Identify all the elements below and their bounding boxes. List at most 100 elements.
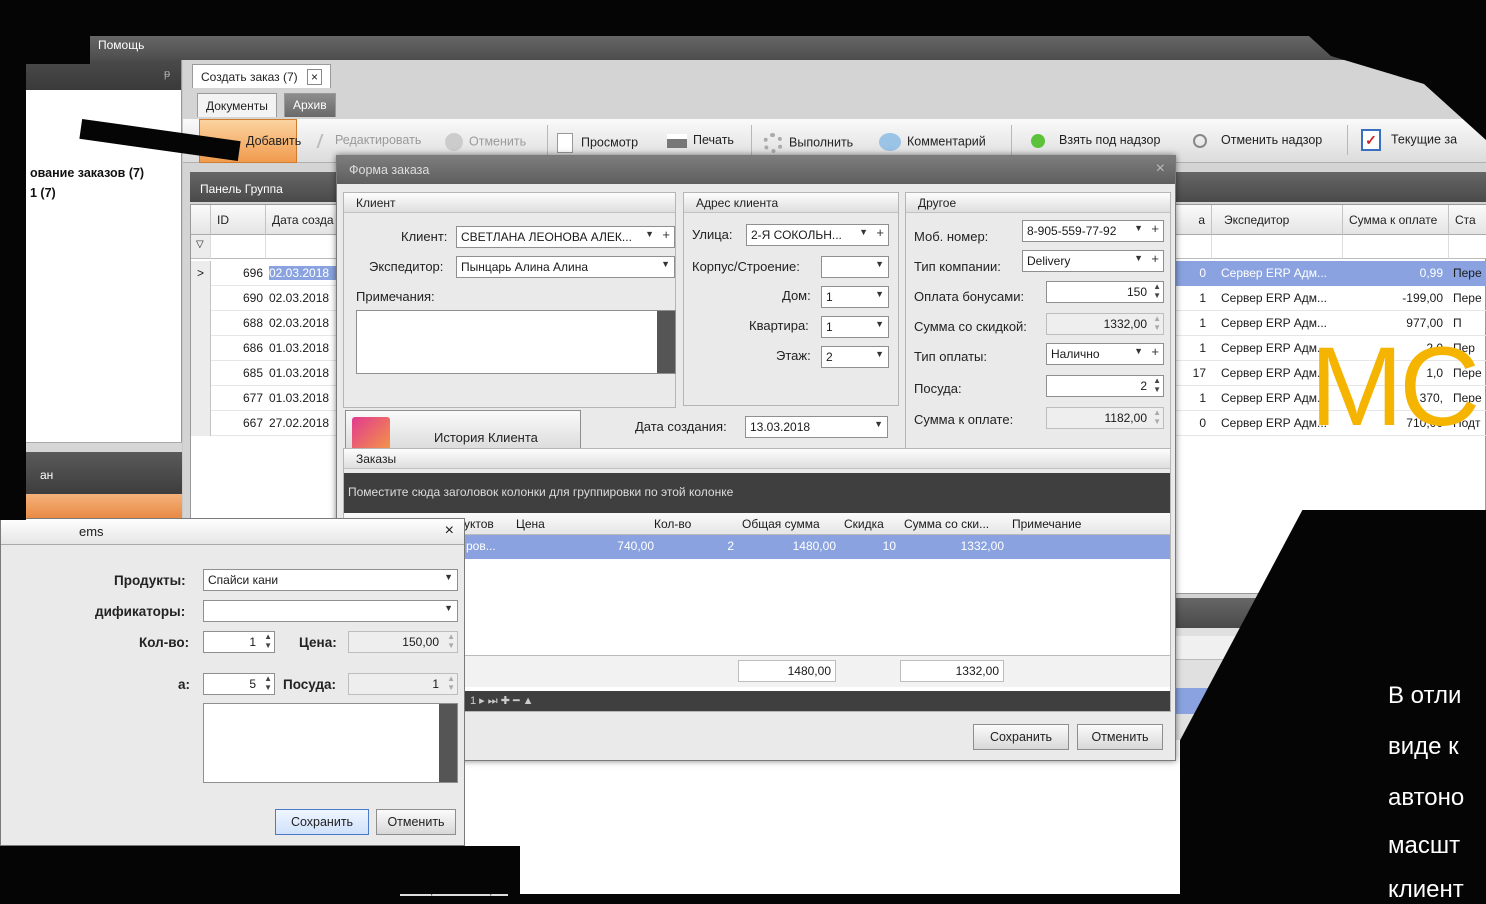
col-qty[interactable]: Кол-во — [654, 517, 691, 531]
col-note[interactable]: Примечание — [1012, 517, 1081, 531]
building-field[interactable]: ▼ — [821, 256, 889, 278]
spinner-icon[interactable]: ▲ ▼ — [1153, 282, 1161, 300]
execute-button[interactable]: Выполнить — [763, 133, 853, 153]
close-icon[interactable]: × — [445, 522, 454, 540]
column-header-amount[interactable]: Сумма к оплате — [1343, 205, 1449, 235]
column-header-status[interactable]: Ста — [1449, 205, 1486, 235]
quantity-stepper[interactable]: 1 ▲ ▼ — [203, 631, 275, 653]
created-date-field[interactable]: 13.03.2018 ▼ — [745, 416, 888, 438]
col-price[interactable]: Цена — [516, 517, 545, 531]
price-label: Цена: — [299, 635, 337, 650]
payment-type-field[interactable]: Налично ▼ + — [1046, 343, 1164, 365]
tab-documents[interactable]: Документы — [197, 93, 277, 117]
house-field[interactable]: 1 ▼ — [821, 286, 889, 308]
nav-section-active[interactable] — [0, 494, 182, 518]
save-button[interactable]: Сохранить — [275, 809, 369, 835]
cell-date: 01.03.2018 — [269, 391, 330, 405]
current-button[interactable]: ✓ Текущие за — [1361, 129, 1457, 151]
chevron-down-icon[interactable]: ▼ — [859, 227, 868, 237]
close-icon[interactable]: × — [1156, 160, 1165, 178]
menu-help[interactable]: Помощь — [98, 38, 144, 52]
column-header-count[interactable]: а — [1176, 205, 1212, 235]
nav-item-group[interactable]: 1 (7) — [30, 186, 56, 200]
modifiers-field[interactable]: ▼ — [203, 600, 458, 622]
slide-text-line: автоно — [1388, 784, 1465, 811]
cancel-button[interactable]: Отменить — [376, 809, 456, 835]
col-discount[interactable]: Скидка — [844, 517, 884, 531]
products-field[interactable]: Спайси кани ▼ — [203, 569, 458, 591]
col-discounted-sum[interactable]: Сумма со ски... — [904, 517, 989, 531]
add-icon[interactable]: + — [1151, 344, 1159, 359]
cancel-button[interactable]: Отменить — [445, 133, 526, 151]
scrollbar[interactable] — [657, 311, 675, 373]
nav-section-label: ан — [40, 468, 54, 482]
tab-create-order[interactable]: Создать заказ (7) × — [192, 64, 332, 88]
view-button[interactable]: Просмотр — [557, 133, 638, 153]
phone-field[interactable]: 8-905-559-77-92 ▼ + — [1022, 220, 1164, 242]
grid-navigator[interactable]: 1 ▸ ⏭ ✚ ━ ▲ — [344, 691, 1170, 711]
spinner-icon[interactable]: ▲ ▼ — [264, 632, 272, 650]
print-button[interactable]: Печать — [667, 133, 734, 148]
chevron-down-icon[interactable]: ▼ — [661, 259, 670, 269]
spinner-icon[interactable]: ▲ ▼ — [264, 674, 272, 692]
filter-cell[interactable] — [1212, 235, 1343, 259]
comment-label: Комментарий — [907, 134, 986, 149]
notes-textarea[interactable] — [356, 310, 676, 374]
chevron-down-icon[interactable]: ▼ — [875, 289, 884, 299]
add-icon[interactable]: + — [1151, 251, 1159, 266]
add-icon[interactable]: + — [1151, 221, 1159, 236]
chevron-down-icon[interactable]: ▼ — [875, 319, 884, 329]
order-line-row[interactable]: ров... 740,00 2 1480,00 10 1332,00 — [344, 535, 1170, 559]
column-header-id[interactable]: ID — [211, 205, 266, 235]
spinner-icon[interactable]: ▲ ▼ — [1153, 376, 1161, 394]
to-pay-label: Сумма к оплате: — [914, 412, 1014, 427]
edit-button[interactable]: Редактировать — [316, 133, 421, 148]
save-button[interactable]: Сохранить — [973, 724, 1069, 750]
partial-stepper[interactable]: 5 ▲ ▼ — [203, 673, 275, 695]
pin-icon[interactable]: ᵽ — [164, 68, 170, 80]
chevron-down-icon[interactable]: ▼ — [1134, 223, 1143, 233]
filter-cell[interactable] — [211, 235, 266, 259]
order-line-discount: 10 — [882, 539, 896, 553]
forwarder-field[interactable]: Пынцарь Алина Алина ▼ — [456, 256, 675, 278]
chevron-down-icon[interactable]: ▼ — [1134, 346, 1143, 356]
nav-section-header[interactable]: ан — [0, 452, 182, 494]
column-header-date[interactable]: Дата созда — [266, 205, 339, 235]
comment-button[interactable]: Комментарий — [879, 133, 986, 151]
floor-field[interactable]: 2 ▼ — [821, 346, 889, 368]
chevron-down-icon[interactable]: ▼ — [444, 572, 453, 582]
chevron-down-icon[interactable]: ▼ — [875, 259, 884, 269]
cancel-button[interactable]: Отменить — [1077, 724, 1163, 750]
bonus-field[interactable]: 150 ▲ ▼ — [1046, 281, 1164, 303]
filter-cell[interactable] — [1343, 235, 1449, 259]
dishes-field[interactable]: 2 ▲ ▼ — [1046, 375, 1164, 397]
cell-date: 01.03.2018 — [269, 341, 330, 355]
unwatch-button[interactable]: Отменить надзор — [1193, 133, 1322, 148]
close-icon[interactable]: × — [307, 69, 323, 85]
item-notes-textarea[interactable] — [203, 703, 458, 783]
company-type-field[interactable]: Delivery ▼ + — [1022, 250, 1164, 272]
group-by-area[interactable]: Поместите сюда заголовок колонки для гру… — [344, 473, 1170, 513]
add-icon[interactable]: + — [662, 227, 670, 242]
client-field[interactable]: СВЕТЛАНА ЛЕОНОВА АЛЕК... ▼ + — [456, 226, 675, 248]
filter-cell[interactable] — [1449, 235, 1486, 259]
chevron-down-icon[interactable]: ▼ — [874, 419, 883, 429]
add-icon[interactable]: + — [876, 225, 884, 240]
scrollbar[interactable] — [439, 704, 457, 782]
nav-item-orders[interactable]: ование заказов (7) — [30, 166, 144, 180]
chevron-down-icon[interactable]: ▼ — [875, 349, 884, 359]
col-total[interactable]: Общая сумма — [742, 517, 820, 531]
street-field[interactable]: 2-Я СОКОЛЬН... ▼ + — [746, 224, 889, 246]
chevron-down-icon[interactable]: ▼ — [444, 603, 453, 613]
panel-splitter[interactable] — [0, 442, 182, 452]
col-products[interactable]: уктов — [464, 517, 494, 531]
tab-archive[interactable]: Архив — [284, 93, 336, 117]
filter-cell[interactable] — [266, 235, 339, 259]
filter-cell[interactable] — [1176, 235, 1212, 259]
chevron-down-icon[interactable]: ▼ — [645, 229, 654, 239]
filter-icon[interactable]: ▽ — [191, 235, 211, 259]
column-header-forwarder[interactable]: Экспедитор — [1212, 205, 1343, 235]
chevron-down-icon[interactable]: ▼ — [1134, 253, 1143, 263]
watch-button[interactable]: Взять под надзор — [1031, 133, 1160, 148]
apartment-field[interactable]: 1 ▼ — [821, 316, 889, 338]
